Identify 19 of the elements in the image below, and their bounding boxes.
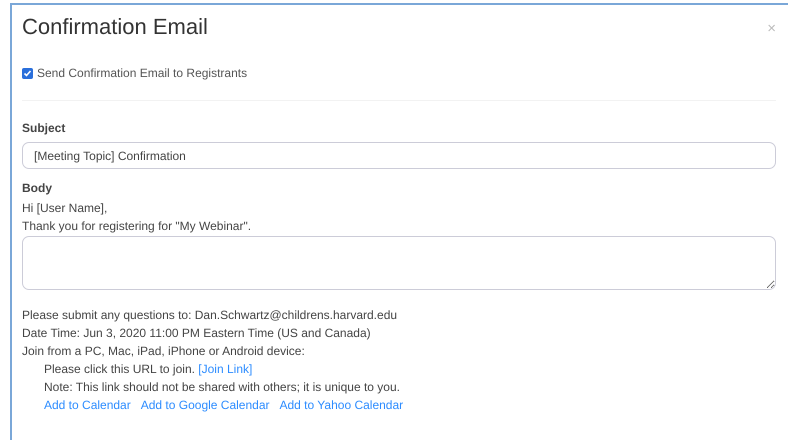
dialog-title: Confirmation Email	[22, 14, 208, 40]
subject-field[interactable]: [Meeting Topic] Confirmation	[22, 142, 776, 169]
body-text: Date Time: Jun 3, 2020 11:00 PM Eastern Time (US and Canada)	[22, 325, 372, 342]
subject-label: Subject	[22, 121, 66, 135]
body-text: Note: This link should not be shared with others; it is unique to you.	[43, 379, 401, 396]
body-text: Please click this URL to join. [Join Link]	[43, 361, 254, 378]
checkbox[interactable]	[22, 68, 33, 78]
checkbox-label: Send Confirmation Email to Registrants	[37, 66, 248, 80]
body-label: Body	[22, 181, 53, 195]
body-text: Join from a PC, Mac, iPad, iPhone or Android device:	[22, 343, 306, 360]
body-text: Please submit any questions to: Dan.Schwartz@childrens.harvard.edu	[22, 307, 398, 324]
calendar-link[interactable]: Add to Yahoo Calendar	[280, 396, 404, 414]
body-text: Thank you for registering for "My Webinar".	[22, 218, 252, 235]
calendar-link[interactable]: Add to Calendar	[44, 396, 131, 414]
close-button[interactable]: ×	[767, 20, 776, 37]
calendar-link[interactable]: Add to Google Calendar	[140, 396, 270, 414]
body-text: Hi [User Name],	[22, 200, 108, 217]
join-link[interactable]: [Join Link]	[198, 362, 252, 376]
body-field[interactable]	[22, 236, 776, 290]
